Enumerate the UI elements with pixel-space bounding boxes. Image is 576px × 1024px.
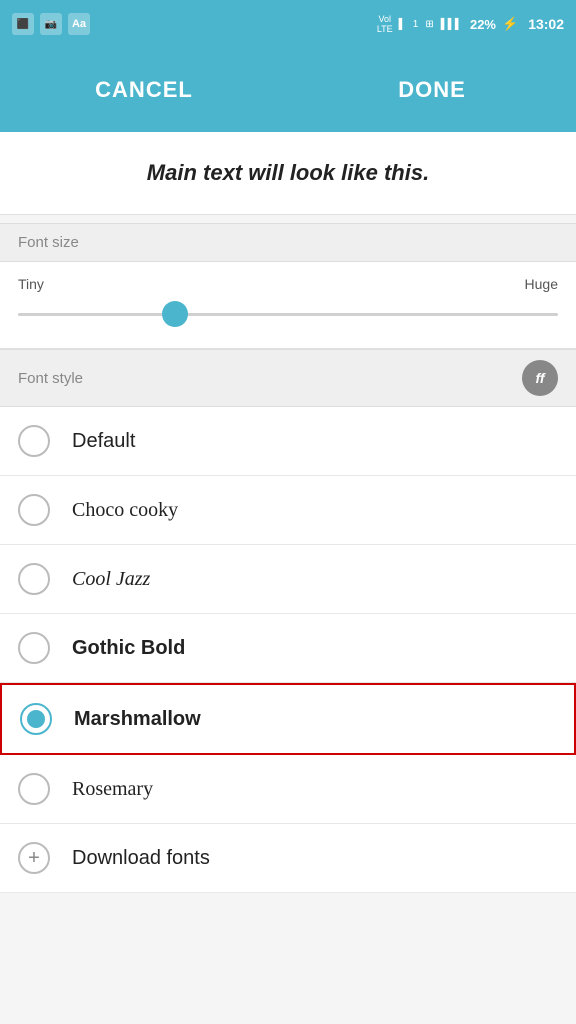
font-size-section: Tiny Huge: [0, 262, 576, 349]
font-item-default[interactable]: Default: [0, 407, 576, 476]
wifi-icon: ⊞: [425, 19, 433, 30]
font-item-gothic-bold[interactable]: Gothic Bold: [0, 614, 576, 683]
vol-label: Vol: [378, 14, 391, 24]
font-size-slider[interactable]: [18, 300, 558, 328]
font-item-marshmallow[interactable]: Marshmallow: [0, 683, 576, 755]
font-size-label: Font size: [18, 234, 79, 251]
radio-inner-marshmallow: [27, 710, 45, 728]
font-item-download[interactable]: + Download fonts: [0, 824, 576, 893]
slider-fill: [18, 313, 180, 316]
ff-icon[interactable]: ff: [522, 360, 558, 396]
radio-choco-cooky[interactable]: [18, 494, 50, 526]
radio-gothic-bold[interactable]: [18, 632, 50, 664]
font-icon: Aa: [68, 13, 90, 35]
network-type: 1: [413, 19, 419, 30]
action-bar: CANCEL DONE: [0, 48, 576, 132]
font-label-gothic-bold: Gothic Bold: [72, 637, 185, 660]
status-icons: ⬛ 📷 Aa: [12, 13, 90, 35]
signal-bars: ▌▌▌: [441, 19, 462, 30]
preview-section: Main text will look like this.: [0, 132, 576, 215]
radio-cool-jazz[interactable]: [18, 563, 50, 595]
status-bar: ⬛ 📷 Aa Vol LTE ▌ 1 ⊞ ▌▌▌ 22% ⚡ 13:02: [0, 0, 576, 48]
font-item-cool-jazz[interactable]: Cool Jazz: [0, 545, 576, 614]
font-size-header: Font size: [0, 223, 576, 262]
slider-labels: Tiny Huge: [18, 276, 558, 292]
font-item-rosemary[interactable]: Rosemary: [0, 755, 576, 824]
tiny-label: Tiny: [18, 276, 44, 292]
battery-icon: ⚡: [502, 16, 518, 32]
preview-text: Main text will look like this.: [20, 160, 556, 186]
radio-marshmallow[interactable]: [20, 703, 52, 735]
photo-icon: 📷: [40, 13, 62, 35]
slider-thumb[interactable]: [162, 301, 188, 327]
time-display: 13:02: [528, 16, 564, 32]
radio-rosemary[interactable]: [18, 773, 50, 805]
done-button[interactable]: DONE: [288, 48, 576, 132]
font-label-cool-jazz: Cool Jazz: [72, 568, 150, 591]
status-info: Vol LTE ▌ 1 ⊞ ▌▌▌ 22% ⚡ 13:02: [377, 14, 564, 34]
signal-strength: ▌: [399, 19, 406, 30]
font-label-default: Default: [72, 430, 135, 453]
huge-label: Huge: [525, 276, 558, 292]
font-style-header: Font style ff: [0, 349, 576, 407]
font-label-marshmallow: Marshmallow: [74, 708, 201, 731]
radio-default[interactable]: [18, 425, 50, 457]
slider-track: [18, 313, 558, 316]
font-label-download: Download fonts: [72, 847, 210, 870]
font-list: Default Choco cooky Cool Jazz Gothic Bol…: [0, 407, 576, 893]
font-label-rosemary: Rosemary: [72, 778, 153, 801]
font-item-choco-cooky[interactable]: Choco cooky: [0, 476, 576, 545]
lte-label: LTE: [377, 24, 393, 34]
font-label-choco-cooky: Choco cooky: [72, 499, 178, 522]
battery-percent: 22%: [470, 17, 496, 32]
screenshot-icon: ⬛: [12, 13, 34, 35]
font-style-label: Font style: [18, 370, 83, 387]
cancel-button[interactable]: CANCEL: [0, 48, 288, 132]
plus-icon: +: [18, 842, 50, 874]
